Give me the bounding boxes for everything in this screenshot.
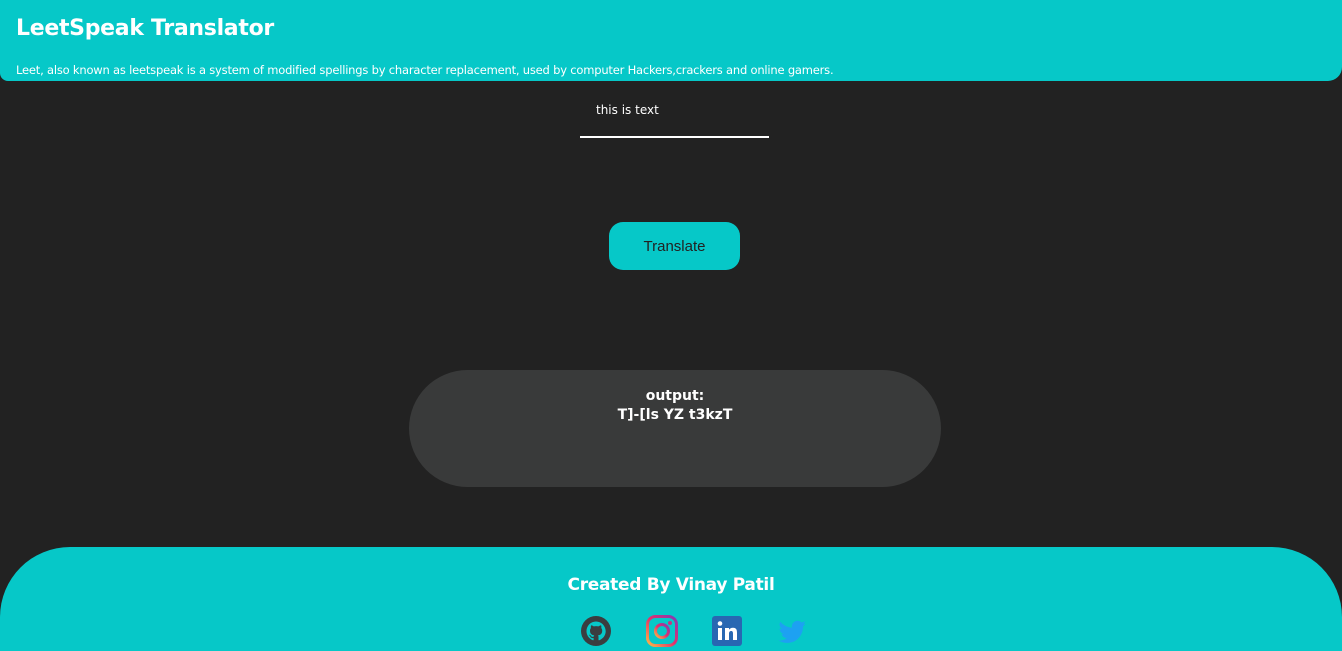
header: LeetSpeak Translator Leet, also known as… <box>0 0 1342 81</box>
output-box: output: T]-[ls YZ t3kzT <box>409 370 941 487</box>
text-input[interactable] <box>580 95 769 124</box>
text-input-wrapper <box>580 95 769 138</box>
page-description: Leet, also known as leetspeak is a syste… <box>16 63 834 77</box>
instagram-icon[interactable] <box>646 615 678 647</box>
output-label: output: <box>645 388 705 404</box>
footer: Created By Vinay Patil <box>0 547 1342 651</box>
page-title: LeetSpeak Translator <box>16 16 274 41</box>
output-text: T]-[ls YZ t3kzT <box>617 407 733 423</box>
translate-button[interactable]: Translate <box>609 222 740 270</box>
twitter-icon[interactable] <box>776 615 808 647</box>
github-icon[interactable] <box>580 615 612 647</box>
footer-credit: Created By Vinay Patil <box>567 575 775 595</box>
linkedin-icon[interactable] <box>711 615 743 647</box>
